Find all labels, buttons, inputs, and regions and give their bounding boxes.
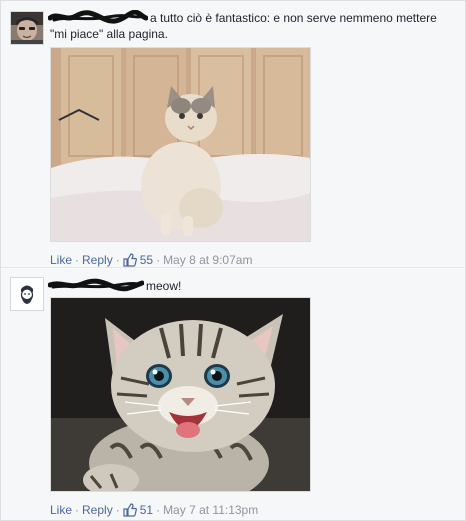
- cat-photo[interactable]: [50, 47, 311, 242]
- comment-timestamp[interactable]: May 8 at 9:07am: [163, 253, 252, 267]
- comment-body: meow!: [146, 279, 182, 293]
- redaction-scribble: [48, 278, 144, 292]
- user-avatar-icon[interactable]: [10, 277, 44, 311]
- redaction-scribble: [48, 10, 148, 24]
- user-avatar-icon[interactable]: [10, 11, 44, 45]
- reply-link[interactable]: Reply: [82, 503, 113, 517]
- separator-dot: ·: [156, 253, 161, 267]
- comment-timestamp[interactable]: May 7 at 11:13pm: [163, 503, 258, 517]
- comment-item: a tutto ciò è fantastico: e non serve ne…: [1, 1, 465, 269]
- separator-dot: ·: [156, 503, 161, 517]
- like-count[interactable]: 55: [140, 253, 153, 267]
- like-link[interactable]: Like: [50, 253, 72, 267]
- comment-divider: [1, 267, 465, 268]
- comment-item: meow! Like · Reply · 51 · May 7 at 11:13…: [1, 269, 465, 521]
- separator-dot: ·: [75, 503, 80, 517]
- thumbs-up-icon[interactable]: [123, 503, 137, 520]
- separator-dot: ·: [75, 253, 80, 267]
- like-link[interactable]: Like: [50, 503, 72, 517]
- kitten-photo[interactable]: [50, 297, 311, 492]
- reply-link[interactable]: Reply: [82, 253, 113, 267]
- comment-author-link[interactable]: [48, 278, 146, 294]
- comments-panel: a tutto ciò è fantastico: e non serve ne…: [0, 0, 466, 521]
- separator-dot: ·: [115, 253, 120, 267]
- like-count[interactable]: 51: [140, 503, 153, 517]
- comment-actions: Like · Reply · 51 · May 7 at 11:13pm: [50, 503, 258, 520]
- comment-text-block: a tutto ciò è fantastico: e non serve ne…: [48, 10, 455, 42]
- comment-text-block: meow!: [48, 278, 455, 294]
- comment-author-link[interactable]: [48, 10, 150, 26]
- separator-dot: ·: [115, 503, 120, 517]
